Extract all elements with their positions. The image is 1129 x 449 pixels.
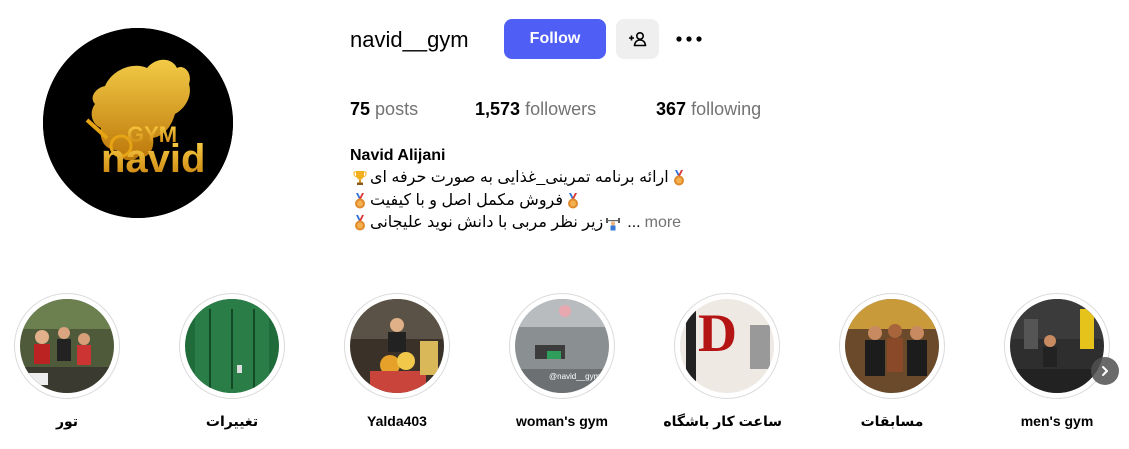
following-count: 367 bbox=[656, 99, 687, 119]
suggested-accounts-button[interactable] bbox=[616, 19, 659, 59]
profile-page: GYM navid navid__gym Follow 75 posts 1,5… bbox=[0, 0, 1129, 449]
stat-followers[interactable]: 1,573 followers bbox=[475, 97, 596, 121]
highlight-ring bbox=[344, 293, 450, 399]
highlight-cover-image: D bbox=[680, 299, 774, 393]
highlight-ring bbox=[839, 293, 945, 399]
medal-icon bbox=[355, 215, 365, 231]
followers-label: followers bbox=[525, 99, 597, 119]
highlight-item[interactable]: تور bbox=[12, 293, 122, 430]
weightlifter-icon bbox=[606, 218, 621, 231]
bio-ellipsis: ... bbox=[627, 214, 641, 231]
highlight-ring bbox=[1004, 293, 1110, 399]
chevron-right-icon bbox=[1102, 366, 1108, 376]
highlight-label: مسابقات bbox=[860, 413, 924, 429]
highlight-item[interactable]: مسابقات bbox=[837, 293, 947, 430]
logo-text-navid: navid bbox=[101, 137, 205, 181]
ellipsis-icon bbox=[676, 36, 702, 42]
following-label: following bbox=[691, 99, 762, 119]
svg-text:D: D bbox=[698, 303, 737, 363]
highlight-cover-image: @navid__gym bbox=[515, 299, 609, 393]
add-person-icon bbox=[628, 31, 646, 47]
highlight-cover-image bbox=[845, 299, 939, 393]
highlight-label: تغییرات bbox=[205, 413, 259, 429]
followers-count: 1,573 bbox=[475, 99, 521, 119]
bio-text-1: ارائه برنامه تمرینی_غذایی به صورت حرفه ا… bbox=[370, 169, 669, 186]
trophy-icon bbox=[353, 171, 367, 185]
highlight-ring bbox=[179, 293, 285, 399]
highlight-item[interactable]: D ساعت کار باشگاه bbox=[663, 293, 782, 430]
highlight-label: ساعت کار باشگاه bbox=[663, 413, 782, 429]
follow-button[interactable]: Follow bbox=[504, 19, 606, 59]
medal-icon bbox=[673, 170, 684, 186]
highlight-ring: @navid__gym bbox=[509, 293, 615, 399]
highlight-ring: D bbox=[674, 293, 780, 399]
highlight-label: Yalda403 bbox=[367, 413, 427, 429]
highlight-item[interactable]: تغییرات bbox=[177, 293, 287, 430]
profile-full-name: Navid Alijani bbox=[350, 147, 446, 164]
stat-posts: 75 posts bbox=[350, 97, 418, 121]
highlight-label: men's gym bbox=[1020, 413, 1094, 429]
stat-following[interactable]: 367 following bbox=[656, 97, 761, 121]
highlight-label: تور bbox=[55, 413, 79, 429]
profile-avatar[interactable]: GYM navid bbox=[43, 28, 233, 218]
highlight-label: woman's gym bbox=[515, 413, 609, 429]
bio-text-2: فروش مکمل اصل و با کیفیت bbox=[370, 192, 564, 209]
highlight-cover-image bbox=[1010, 299, 1104, 393]
highlight-cover-image bbox=[350, 299, 444, 393]
bio-text-3: زیر نظر مربی با دانش نوید علیجانی bbox=[370, 214, 604, 231]
highlight-sticker-text: @navid__gym bbox=[549, 372, 601, 381]
more-options-button[interactable] bbox=[672, 24, 706, 54]
bio-line-3: زیر نظر مربی با دانش نوید علیجانی ... mo… bbox=[350, 212, 720, 234]
highlight-item[interactable]: Yalda403 bbox=[342, 293, 452, 430]
medal-icon bbox=[568, 193, 579, 209]
gym-navid-logo-icon: GYM navid bbox=[43, 28, 233, 218]
highlight-cover-image bbox=[185, 299, 279, 393]
medal-icon bbox=[355, 193, 365, 209]
profile-username: navid__gym bbox=[350, 27, 469, 52]
posts-label: posts bbox=[375, 99, 419, 119]
highlights-next-button[interactable] bbox=[1091, 357, 1119, 385]
bio-more-link[interactable]: more bbox=[645, 212, 681, 234]
bio-line-1: ارائه برنامه تمرینی_غذایی به صورت حرفه ا… bbox=[350, 167, 720, 189]
highlight-cover-image bbox=[20, 299, 114, 393]
bio-line-2: فروش مکمل اصل و با کیفیت bbox=[350, 190, 720, 212]
highlight-item[interactable]: @navid__gym woman's gym bbox=[507, 293, 617, 430]
posts-count: 75 bbox=[350, 99, 371, 119]
highlight-ring bbox=[14, 293, 120, 399]
